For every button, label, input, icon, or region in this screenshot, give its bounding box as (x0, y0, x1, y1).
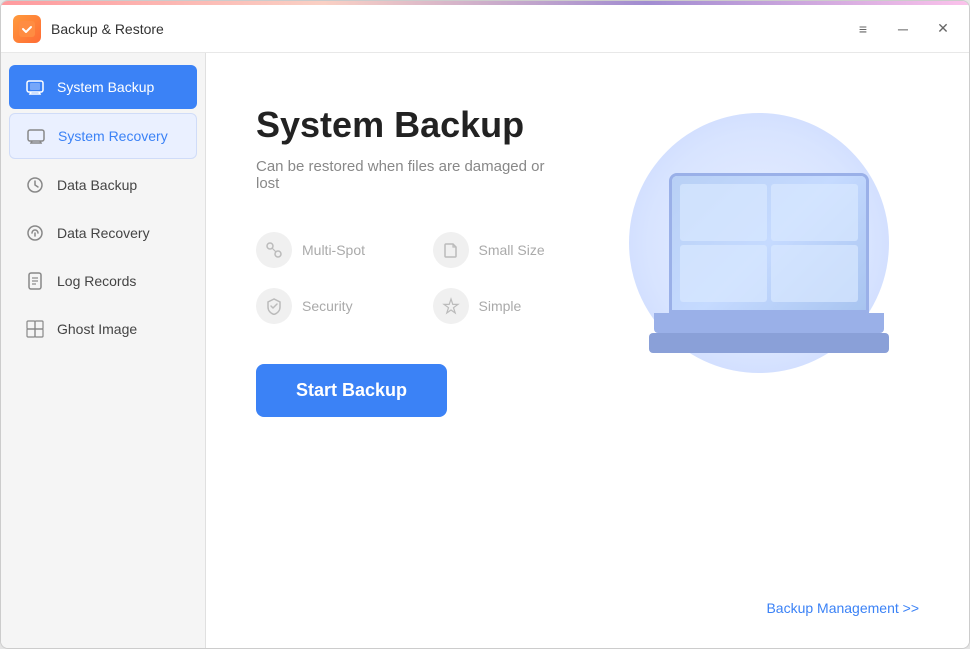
minimize-icon: ─ (898, 21, 908, 37)
sidebar: System Backup System Recovery (1, 53, 206, 648)
screen-block-1 (680, 184, 767, 241)
screen-block-2 (771, 184, 858, 241)
content-footer: Backup Management >> (256, 590, 919, 618)
close-icon: ✕ (937, 20, 949, 37)
page-subtitle: Can be restored when files are damaged o… (256, 158, 569, 192)
illustration (599, 103, 919, 403)
system-recovery-icon (26, 126, 46, 146)
feature-small-size-label: Small Size (479, 242, 545, 258)
close-button[interactable]: ✕ (929, 15, 957, 43)
start-backup-button[interactable]: Start Backup (256, 364, 447, 417)
log-records-icon (25, 271, 45, 291)
simple-icon (433, 288, 469, 324)
sidebar-item-system-recovery[interactable]: System Recovery (9, 113, 197, 159)
system-backup-icon (25, 77, 45, 97)
sidebar-item-log-records[interactable]: Log Records (9, 259, 197, 303)
app-title: Backup & Restore (51, 21, 849, 37)
sidebar-item-system-backup[interactable]: System Backup (9, 65, 197, 109)
laptop-illustration (649, 133, 899, 373)
feature-security-label: Security (302, 298, 353, 314)
laptop-bottom (649, 333, 889, 353)
features-grid: Multi-Spot Small Size (256, 232, 569, 324)
sidebar-item-data-backup-label: Data Backup (57, 177, 137, 193)
content-top: System Backup Can be restored when files… (256, 103, 919, 590)
feature-small-size: Small Size (433, 232, 570, 268)
data-recovery-icon (25, 223, 45, 243)
window-controls: ≡ ─ ✕ (849, 15, 957, 43)
feature-multi-spot-label: Multi-Spot (302, 242, 365, 258)
screen-block-3 (680, 245, 767, 302)
laptop-screen (669, 173, 869, 313)
laptop-base (654, 313, 884, 333)
sidebar-item-log-records-label: Log Records (57, 273, 136, 289)
sidebar-item-ghost-image[interactable]: Ghost Image (9, 307, 197, 351)
screen-block-4 (771, 245, 858, 302)
feature-security: Security (256, 288, 393, 324)
menu-icon: ≡ (859, 21, 867, 37)
app-window: Backup & Restore ≡ ─ ✕ (0, 0, 970, 649)
page-title: System Backup (256, 103, 569, 146)
ghost-image-icon (25, 319, 45, 339)
security-icon (256, 288, 292, 324)
content-area: System Backup Can be restored when files… (206, 53, 969, 648)
sidebar-item-data-recovery[interactable]: Data Recovery (9, 211, 197, 255)
sidebar-item-system-backup-label: System Backup (57, 79, 154, 95)
small-size-icon (433, 232, 469, 268)
main-area: System Backup System Recovery (1, 53, 969, 648)
sidebar-item-ghost-image-label: Ghost Image (57, 321, 137, 337)
minimize-button[interactable]: ─ (889, 15, 917, 43)
sidebar-item-data-recovery-label: Data Recovery (57, 225, 150, 241)
content-left: System Backup Can be restored when files… (256, 103, 599, 417)
multi-spot-icon (256, 232, 292, 268)
feature-simple: Simple (433, 288, 570, 324)
app-logo (13, 15, 41, 43)
feature-multi-spot: Multi-Spot (256, 232, 393, 268)
feature-simple-label: Simple (479, 298, 522, 314)
backup-management-link[interactable]: Backup Management >> (766, 600, 919, 616)
data-backup-icon (25, 175, 45, 195)
sidebar-item-system-recovery-label: System Recovery (58, 128, 168, 144)
laptop-screen-inner (672, 176, 866, 310)
menu-button[interactable]: ≡ (849, 15, 877, 43)
sidebar-item-data-backup[interactable]: Data Backup (9, 163, 197, 207)
title-bar: Backup & Restore ≡ ─ ✕ (1, 5, 969, 53)
